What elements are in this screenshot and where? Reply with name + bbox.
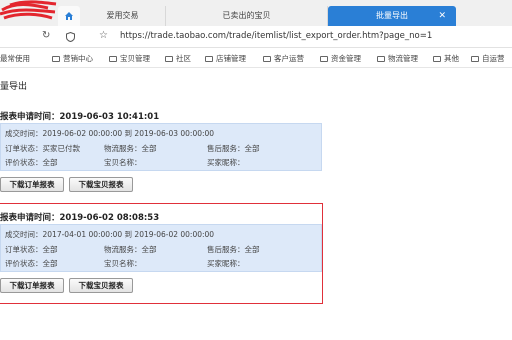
tab-label: 已卖出的宝贝 [222, 11, 271, 20]
bookmark-community[interactable]: 社区 [165, 53, 191, 64]
bookmark-customer[interactable]: 客户运营 [263, 53, 304, 64]
rating-status: 评价状态：全部 [5, 158, 58, 167]
folder-icon [109, 56, 117, 62]
home-icon [65, 12, 73, 20]
bookmark-shop[interactable]: 店铺管理 [205, 53, 246, 64]
folder-icon [320, 56, 328, 62]
tab-label: 爱用交易 [106, 11, 139, 20]
red-highlight-box [0, 203, 323, 304]
download-order-report-button[interactable]: 下载订单报表 [0, 177, 64, 192]
url-field[interactable]: https://trade.taobao.com/trade/itemlist/… [120, 31, 432, 41]
bookmark-funds[interactable]: 资金管理 [320, 53, 361, 64]
shield-icon [66, 32, 75, 42]
star-icon[interactable]: ☆ [99, 30, 108, 41]
bookmark-logistics[interactable]: 物流管理 [377, 53, 418, 64]
tab-aiyong-trade[interactable]: 爱用交易 [80, 6, 166, 26]
bookmark-marketing[interactable]: 营销中心 [52, 53, 93, 64]
folder-icon [52, 56, 60, 62]
bookmarks-bar: 最常使用 营销中心 宝贝管理 社区 店铺管理 客户运营 资金管理 物流管理 其他… [0, 48, 512, 68]
record-info-panel: 成交时间：2019-06-02 00:00:00 到 2019-06-03 00… [0, 123, 322, 171]
close-icon[interactable]: ✕ [438, 6, 446, 26]
page-title: 量导出 [0, 82, 28, 92]
buyer-nickname: 买家昵称： [207, 158, 245, 167]
folder-icon [433, 56, 441, 62]
tab-sold-items[interactable]: 已卖出的宝贝 [166, 6, 328, 26]
bookmark-other[interactable]: 其他 [433, 53, 459, 64]
order-status: 订单状态：买家已付款 [5, 144, 80, 153]
tab-batch-export[interactable]: 批量导出 ✕ [328, 6, 456, 26]
address-bar: ↻ ☆ https://trade.taobao.com/trade/iteml… [0, 26, 512, 48]
red-scribble-mark [0, 0, 57, 20]
bookmark-self-ops[interactable]: 自运营 [471, 53, 505, 64]
request-time: 报表申请时间：2019-06-03 10:41:01 [0, 112, 160, 122]
item-name: 宝贝名称： [104, 158, 142, 167]
folder-icon [205, 56, 213, 62]
download-item-report-button[interactable]: 下载宝贝报表 [69, 177, 133, 192]
folder-icon [263, 56, 271, 62]
tab-label: 批量导出 [376, 11, 408, 20]
bookmark-most-used[interactable]: 最常使用 [0, 53, 30, 64]
folder-icon [471, 56, 479, 62]
folder-icon [377, 56, 385, 62]
bookmark-items[interactable]: 宝贝管理 [109, 53, 150, 64]
home-tab[interactable] [58, 6, 80, 26]
browser-tab-bar: 爱用交易 已卖出的宝贝 批量导出 ✕ [0, 0, 512, 26]
logistics-service: 物流服务：全部 [104, 144, 157, 153]
folder-icon [165, 56, 173, 62]
deal-time: 成交时间：2019-06-02 00:00:00 到 2019-06-03 00… [5, 129, 215, 138]
after-sale-service: 售后服务：全部 [207, 144, 260, 153]
reload-icon[interactable]: ↻ [42, 30, 50, 41]
